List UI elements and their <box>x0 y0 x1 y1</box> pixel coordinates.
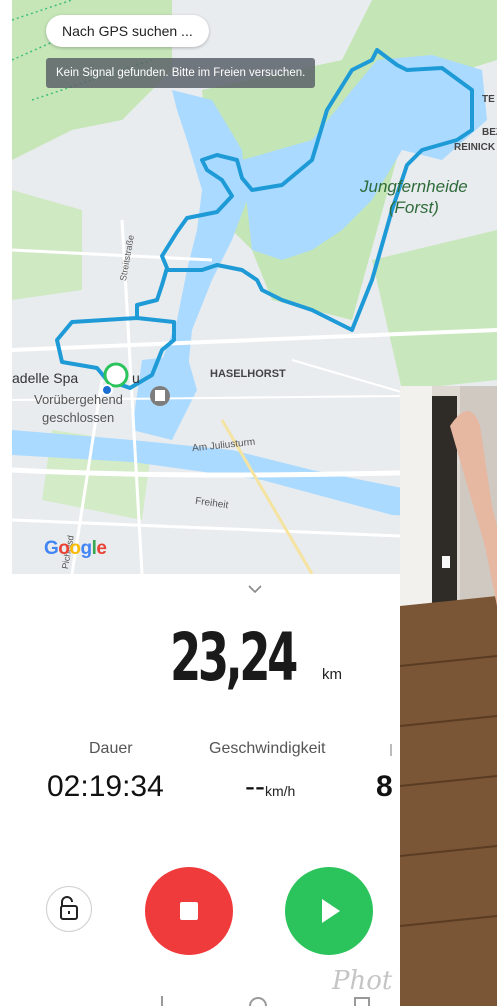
google-letter: o <box>69 538 81 559</box>
map-label-geschlossen: geschlossen <box>42 410 115 425</box>
distance-unit: km <box>322 666 342 683</box>
map-label-te: TE <box>482 94 495 105</box>
nav-back-icon[interactable] <box>152 994 172 1006</box>
camera-overlay <box>400 386 497 1006</box>
play-icon <box>322 899 340 923</box>
map-label-zitadelle-tail: u <box>132 370 140 386</box>
forest-label: Jungfernheide (Forst) <box>360 176 468 218</box>
map-label-haselhorst: HASELHORST <box>210 368 286 380</box>
resume-button[interactable] <box>285 867 373 955</box>
map-label-voruebergehend: Vorübergehend <box>34 392 123 407</box>
gps-status-pill[interactable]: Nach GPS suchen ... <box>46 15 209 47</box>
workout-panel: 23,24 km Dauer 02:19:34 Geschwindigkeit … <box>12 574 400 1006</box>
stop-button[interactable] <box>145 867 233 955</box>
nav-home-icon[interactable] <box>248 994 268 1006</box>
map-label-reinick: REINICK <box>454 142 496 153</box>
map-label-bez: BEZ <box>482 127 497 138</box>
watermark: Phot <box>332 966 393 996</box>
duration-label: Dauer <box>89 740 133 757</box>
camera-frame-image <box>400 386 497 1006</box>
distance-value: 23,24 <box>170 619 298 696</box>
lock-button[interactable] <box>46 886 92 932</box>
speed-unit: km/h <box>264 783 296 799</box>
speed-label: Geschwindigkeit <box>209 740 326 757</box>
google-logo: Google <box>44 538 107 560</box>
speed-value-number: -- <box>245 770 265 803</box>
unlock-icon <box>60 896 78 920</box>
chevron-down-icon[interactable] <box>248 582 262 596</box>
forest-label-line1: Jungfernheide <box>360 177 468 196</box>
third-stat-value: 8 <box>376 770 393 803</box>
google-letter: o <box>58 538 70 559</box>
forest-label-line2: (Forst) <box>388 198 439 217</box>
speed-value: --km/h <box>245 770 295 804</box>
google-letter: e <box>96 538 107 559</box>
google-letter: G <box>44 538 59 559</box>
no-signal-toast: Kein Signal gefunden. Bitte im Freien ve… <box>46 58 316 88</box>
stop-icon <box>180 902 198 920</box>
map-label-zitadelle: adelle Spa <box>12 370 79 386</box>
google-letter: g <box>80 538 93 559</box>
duration-value: 02:19:34 <box>47 770 164 803</box>
third-stat-label-fragment <box>390 744 392 756</box>
